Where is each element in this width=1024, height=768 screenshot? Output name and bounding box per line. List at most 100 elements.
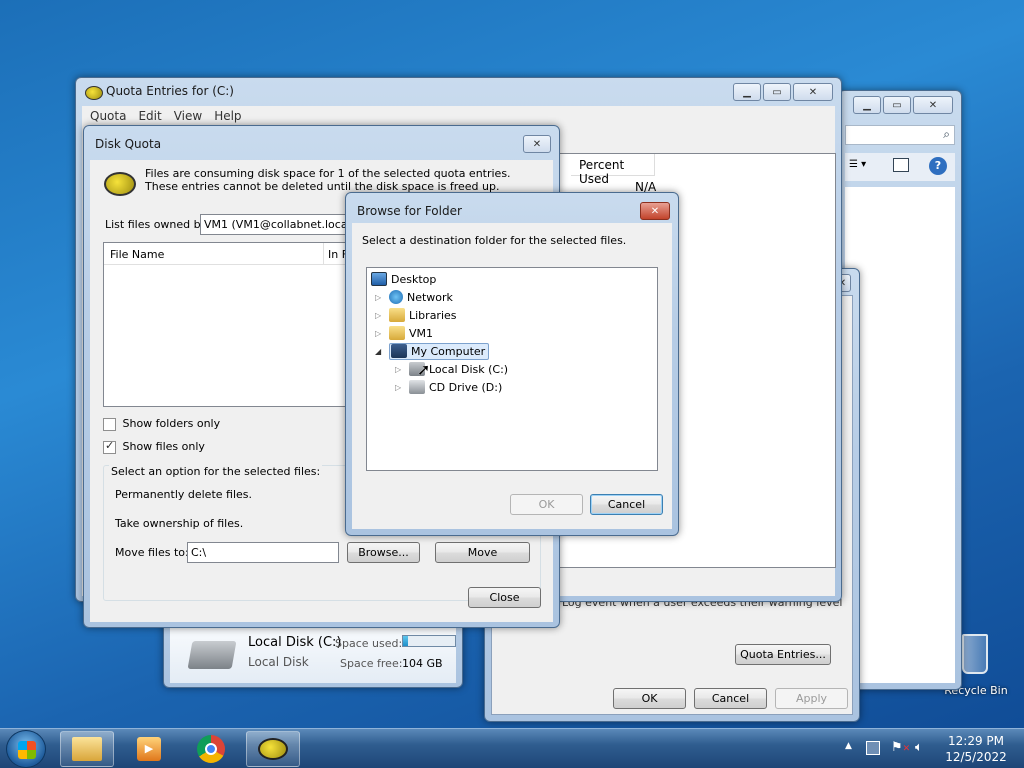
details-pane: Local Disk (C:) Local Disk Space used: S…: [170, 621, 456, 683]
flag-tray-icon[interactable]: ⚑✕: [891, 740, 910, 755]
menu-quota[interactable]: Quota: [90, 109, 126, 123]
expand-icon[interactable]: ▷: [395, 383, 405, 392]
move-button[interactable]: Move: [435, 542, 530, 563]
taskbar-media-player[interactable]: ▶: [122, 731, 176, 767]
show-files-only-box[interactable]: [103, 439, 116, 454]
tree-label-cd-drive: CD Drive (D:): [429, 380, 503, 394]
start-button[interactable]: [6, 730, 46, 768]
tree-label-libraries: Libraries: [409, 308, 457, 322]
search-icon: ⌕: [943, 127, 950, 141]
disk-name: Local Disk (C:): [248, 635, 342, 650]
tree-item-my-computer[interactable]: ◢ My Computer: [375, 342, 490, 360]
options-group-label: Select an option for the selected files:: [109, 465, 323, 478]
quota-caption-buttons: ▁ ▭ ✕: [733, 83, 833, 101]
close-button[interactable]: ✕: [793, 83, 833, 101]
apply-button[interactable]: Apply: [775, 688, 848, 709]
tray-arrow-icon[interactable]: ▲: [845, 741, 852, 751]
folder-icon: [72, 737, 102, 761]
windows-logo-icon: [18, 741, 36, 759]
user-folder-icon: [389, 326, 405, 340]
browse-instruction: Select a destination folder for the sele…: [362, 234, 627, 247]
list-owned-label: List files owned by:: [105, 218, 211, 231]
menu-help[interactable]: Help: [214, 109, 241, 123]
help-icon[interactable]: ?: [929, 157, 947, 175]
quota-app-icon: [258, 738, 288, 760]
browse-cancel-button[interactable]: Cancel: [590, 494, 663, 515]
expand-icon[interactable]: ▷: [395, 365, 405, 374]
volume-tray-icon[interactable]: 🔈︎: [915, 740, 923, 755]
maximize-button[interactable]: ▭: [763, 83, 791, 101]
tree-label-desktop: Desktop: [391, 272, 437, 286]
close-button[interactable]: ✕: [523, 135, 551, 153]
media-player-icon: ▶: [137, 737, 161, 761]
tree-label-local-disk: Local Disk (C:): [429, 362, 509, 376]
preview-pane-icon[interactable]: [893, 158, 909, 172]
clock[interactable]: 12:29 PM 12/5/2022: [938, 733, 1014, 765]
libraries-icon: [389, 308, 405, 322]
tree-label-network: Network: [407, 290, 453, 304]
browse-ok-button[interactable]: OK: [510, 494, 583, 515]
owner-dropdown[interactable]: VM1 (VM1@collabnet.local) (0: [200, 214, 350, 235]
expand-icon[interactable]: ▷: [375, 293, 385, 302]
tree-selection: My Computer: [389, 342, 490, 360]
space-used-bar: [402, 635, 456, 647]
move-path-value: C:\: [191, 546, 207, 559]
close-dialog-button[interactable]: Close: [468, 587, 541, 608]
show-files-only-checkbox[interactable]: Show files only: [103, 439, 205, 454]
cancel-button[interactable]: Cancel: [694, 688, 767, 709]
tree-item-libraries[interactable]: ▷ Libraries: [375, 306, 457, 324]
disk-quota-title: Disk Quota: [95, 137, 162, 151]
space-free-value: 104 GB: [402, 657, 443, 670]
owner-value: VM1 (VM1@collabnet.local) (0: [204, 218, 350, 231]
show-folders-only-checkbox[interactable]: Show folders only: [103, 417, 220, 431]
move-files-label: Move files to:: [115, 546, 189, 559]
search-box[interactable]: ⌕: [845, 125, 955, 145]
menu-edit[interactable]: Edit: [138, 109, 161, 123]
ok-button[interactable]: OK: [613, 688, 686, 709]
menu-view[interactable]: View: [174, 109, 202, 123]
tree-item-cd-drive[interactable]: ▷ CD Drive (D:): [395, 378, 502, 396]
tree-item-desktop[interactable]: Desktop: [371, 270, 436, 288]
take-ownership-label: Take ownership of files.: [115, 517, 244, 530]
collapse-icon[interactable]: ◢: [375, 347, 385, 356]
network-tray-icon[interactable]: [866, 741, 880, 755]
tree-label-vm1: VM1: [409, 326, 434, 340]
move-path-field[interactable]: C:\: [187, 542, 339, 563]
tree-item-network[interactable]: ▷ Network: [375, 288, 453, 306]
file-name-header-label: File Name: [110, 248, 165, 261]
show-folders-only-box[interactable]: [103, 417, 116, 431]
quota-app-icon: [85, 86, 103, 100]
quota-entries-button[interactable]: Quota Entries...: [735, 644, 831, 665]
clock-time: 12:29 PM: [948, 734, 1004, 748]
browse-dialog-title: Browse for Folder: [357, 204, 462, 218]
explorer-toolbar: ☰ ▾ ?: [845, 153, 955, 181]
computer-icon: [391, 344, 407, 358]
taskbar-quota[interactable]: [246, 731, 300, 767]
file-list[interactable]: File Name In F: [103, 242, 354, 407]
expand-icon[interactable]: ▷: [375, 329, 385, 338]
browse-button[interactable]: Browse...: [347, 542, 420, 563]
file-name-header[interactable]: File Name: [104, 243, 324, 265]
cd-drive-icon: [409, 380, 425, 394]
minimize-button[interactable]: ▁: [853, 96, 881, 114]
view-options-icon[interactable]: ☰ ▾: [849, 159, 866, 170]
taskbar: ▶ ▲ ⚑✕ 🔈︎ 12:29 PM 12/5/2022: [0, 728, 1024, 768]
close-button[interactable]: ✕: [640, 202, 670, 220]
minimize-button[interactable]: ▁: [733, 83, 761, 101]
disk-quota-caption-buttons: ✕: [523, 135, 551, 153]
browse-folder-dialog[interactable]: Browse for Folder ✕ Select a destination…: [345, 192, 679, 536]
network-icon: [389, 290, 403, 304]
close-button[interactable]: ✕: [913, 96, 953, 114]
disk-type: Local Disk: [248, 655, 309, 669]
percent-used-header[interactable]: Percent Used: [571, 154, 655, 186]
quota-menubar: Quota Edit View Help: [82, 106, 835, 126]
tree-item-vm1[interactable]: ▷ VM1: [375, 324, 433, 342]
taskbar-explorer[interactable]: [60, 731, 114, 767]
tree-item-local-disk[interactable]: ▷ Local Disk (C:): [395, 360, 508, 378]
folder-tree[interactable]: Desktop ▷ Network ▷ Libraries ▷ VM1 ◢ My…: [366, 267, 658, 471]
maximize-button[interactable]: ▭: [883, 96, 911, 114]
space-free-label: Space free:: [340, 657, 403, 670]
expand-icon[interactable]: ▷: [375, 311, 385, 320]
explorer-content: [845, 187, 955, 683]
taskbar-chrome[interactable]: [184, 731, 238, 767]
